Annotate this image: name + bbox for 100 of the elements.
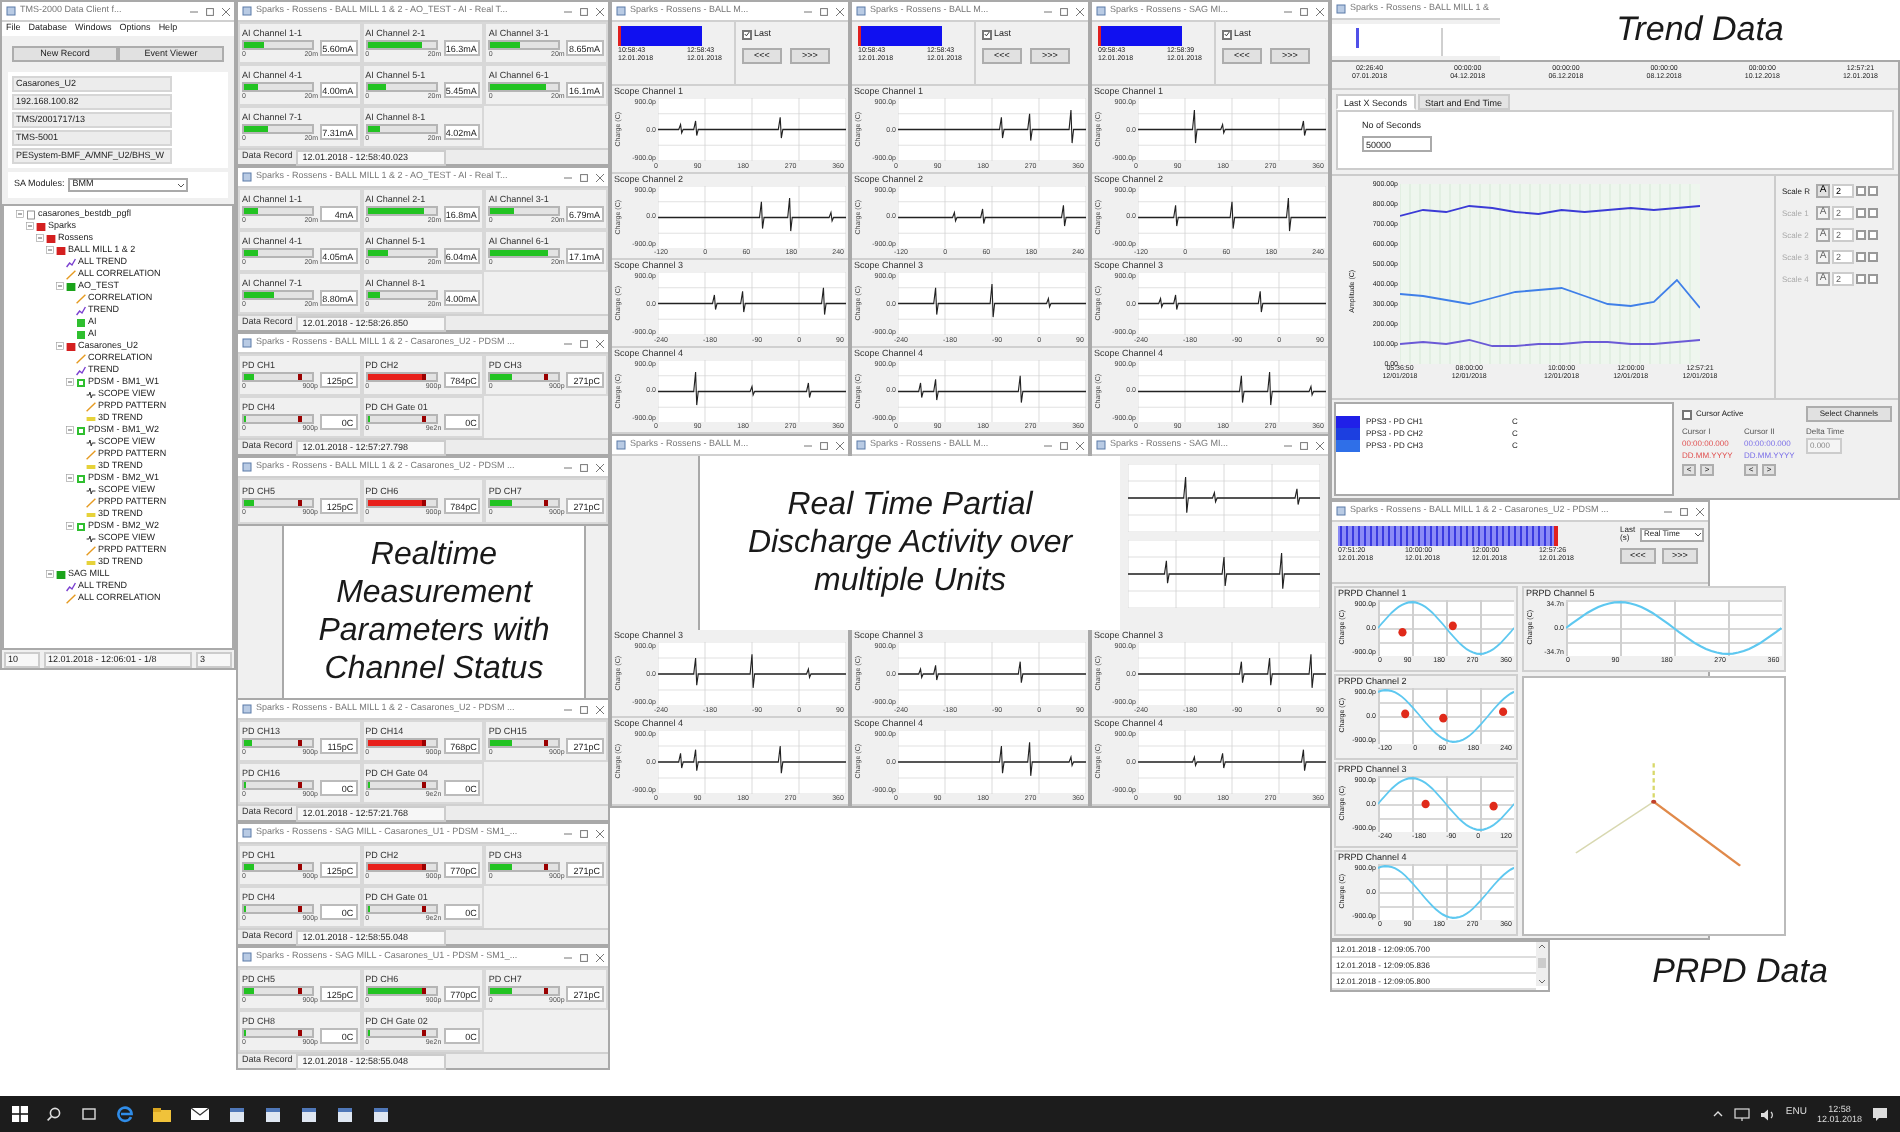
threshold-marker [298, 739, 302, 745]
expander-icon[interactable] [66, 522, 74, 530]
close-icon[interactable] [1316, 7, 1324, 15]
threshold-marker [298, 987, 302, 993]
threshold-marker [544, 863, 549, 869]
minimize-icon[interactable] [1044, 441, 1052, 449]
checkbox[interactable] [1856, 186, 1866, 196]
maximize-icon[interactable] [1060, 7, 1068, 15]
browser-icon[interactable] [116, 1105, 134, 1123]
minimize-icon[interactable] [1284, 441, 1292, 449]
app-icon[interactable] [264, 1105, 282, 1123]
app-icon[interactable] [336, 1105, 354, 1123]
expander-icon[interactable] [46, 246, 54, 254]
close-icon[interactable] [596, 7, 604, 15]
maximize-icon[interactable] [580, 7, 588, 15]
minimize-icon[interactable] [1284, 7, 1292, 15]
close-icon[interactable] [596, 463, 604, 471]
close-icon[interactable] [596, 829, 604, 837]
expander-icon[interactable] [66, 378, 74, 386]
minimize-icon[interactable] [1044, 7, 1052, 15]
correlation-icon [86, 545, 96, 555]
expander-icon[interactable] [56, 282, 64, 290]
close-icon[interactable] [1076, 7, 1084, 15]
window-icon [1336, 506, 1346, 516]
folder-icon[interactable] [152, 1105, 172, 1123]
expander-icon[interactable] [46, 570, 54, 578]
minimize-icon[interactable] [564, 339, 572, 347]
checkbox[interactable] [982, 29, 992, 40]
expander-icon[interactable] [66, 426, 74, 434]
module-icon [76, 521, 86, 531]
close-icon[interactable] [222, 7, 230, 15]
minimize-icon[interactable] [564, 7, 572, 15]
start-icon[interactable] [12, 1106, 28, 1122]
expander-icon[interactable] [16, 210, 24, 218]
expander-icon[interactable] [26, 222, 34, 230]
maximize-icon[interactable] [580, 705, 588, 713]
maximize-icon[interactable] [580, 463, 588, 471]
minimize-icon[interactable] [804, 441, 812, 449]
minimize-icon[interactable] [1664, 507, 1672, 515]
network-icon[interactable] [1733, 1107, 1750, 1121]
minimize-icon[interactable] [804, 7, 812, 15]
maximize-icon[interactable] [580, 953, 588, 961]
prpd-plot [1378, 864, 1514, 920]
expander-icon[interactable] [36, 234, 44, 242]
close-icon[interactable] [596, 953, 604, 961]
window-icon [1336, 4, 1346, 14]
window-icon [6, 6, 16, 16]
scope-icon [86, 485, 96, 495]
close-icon[interactable] [1076, 441, 1084, 449]
close-icon[interactable] [1316, 441, 1324, 449]
trend-icon [66, 581, 76, 591]
notification-icon[interactable] [1872, 1106, 1888, 1122]
prpd-plot [1378, 688, 1514, 744]
correlation-icon [76, 293, 86, 303]
expander-icon[interactable] [56, 342, 64, 350]
maximize-icon[interactable] [1680, 507, 1688, 515]
close-icon[interactable] [596, 173, 604, 181]
maximize-icon[interactable] [1060, 441, 1068, 449]
minimize-icon[interactable] [564, 173, 572, 181]
maximize-icon[interactable] [580, 829, 588, 837]
search-icon[interactable] [46, 1106, 62, 1122]
threshold-marker [421, 499, 426, 505]
close-icon[interactable] [836, 441, 844, 449]
maximize-icon[interactable] [1300, 7, 1308, 15]
close-icon[interactable] [596, 705, 604, 713]
app-icon[interactable] [300, 1105, 318, 1123]
checkbox[interactable] [1682, 409, 1692, 419]
maximize-icon[interactable] [1300, 441, 1308, 449]
maximize-icon[interactable] [580, 339, 588, 347]
close-icon[interactable] [836, 7, 844, 15]
app-icon[interactable] [372, 1105, 390, 1123]
close-icon[interactable] [596, 339, 604, 347]
threshold-marker [421, 1029, 426, 1035]
minimize-icon[interactable] [564, 705, 572, 713]
minimize-icon[interactable] [564, 829, 572, 837]
minimize-icon[interactable] [564, 953, 572, 961]
minimize-icon[interactable] [564, 463, 572, 471]
minimize-icon[interactable] [190, 7, 198, 15]
threshold-marker [421, 863, 426, 869]
app-icon[interactable] [228, 1105, 246, 1123]
scope-icon [86, 437, 96, 447]
module-icon [76, 377, 86, 387]
checkbox[interactable] [1868, 186, 1878, 196]
expander-icon[interactable] [66, 474, 74, 482]
close-icon[interactable] [1696, 507, 1704, 515]
checkbox[interactable] [742, 29, 752, 40]
checkmark-icon [984, 30, 990, 39]
prpd-plot [1378, 776, 1514, 832]
mail-icon[interactable] [190, 1106, 210, 1122]
maximize-icon[interactable] [820, 441, 828, 449]
chevron-up-icon[interactable] [1711, 1108, 1724, 1120]
speaker-icon[interactable] [1759, 1107, 1776, 1121]
threshold-marker [298, 781, 302, 787]
threshold-marker [298, 905, 302, 911]
maximize-icon[interactable] [206, 7, 214, 15]
maximize-icon[interactable] [820, 7, 828, 15]
threshold-marker [298, 863, 302, 869]
task-view-icon[interactable] [80, 1106, 98, 1122]
maximize-icon[interactable] [580, 173, 588, 181]
checkbox[interactable] [1222, 29, 1232, 40]
